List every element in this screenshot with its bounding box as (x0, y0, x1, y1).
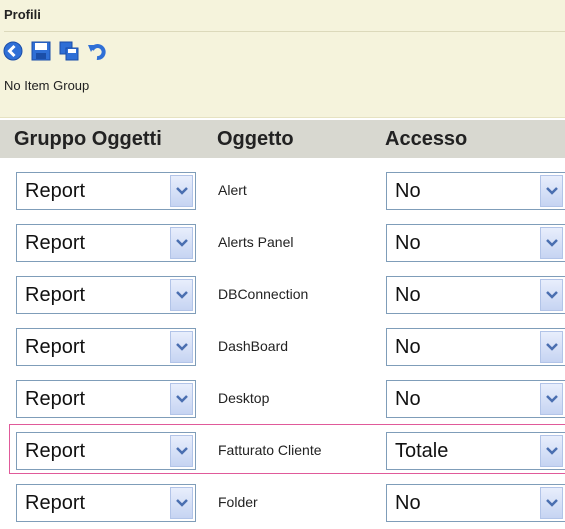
header-divider (4, 31, 565, 32)
chevron-down-icon (545, 291, 558, 299)
chevron-down-icon (175, 239, 188, 247)
profile-header: Profili No Item Group (0, 0, 565, 118)
chevron-down-icon (545, 187, 558, 195)
access-dropdown-button[interactable] (540, 383, 563, 415)
access-dropdown-button[interactable] (540, 227, 563, 259)
chevron-down-icon (545, 447, 558, 455)
save-as-icon (59, 41, 79, 61)
chevron-down-icon (545, 343, 558, 351)
chevron-down-icon (175, 343, 188, 351)
table-row: Report Alert No (0, 165, 565, 217)
group-dropdown-button[interactable] (170, 279, 193, 311)
access-select-value: No (395, 284, 421, 306)
column-header-gruppo: Gruppo Oggetti (14, 128, 162, 150)
chevron-down-icon (175, 187, 188, 195)
chevron-down-icon (175, 447, 188, 455)
group-select-value: Report (25, 492, 86, 514)
object-name: DashBoard (218, 338, 289, 354)
access-select-value: No (395, 336, 421, 358)
access-select-value: No (395, 388, 421, 410)
group-select[interactable]: Report (16, 432, 196, 470)
item-group-label: No Item Group (4, 78, 90, 93)
table-row: Report DashBoard No (0, 321, 565, 373)
group-dropdown-button[interactable] (170, 383, 193, 415)
chevron-down-icon (175, 395, 188, 403)
chevron-down-icon (545, 499, 558, 507)
object-name: Alerts Panel (218, 234, 294, 250)
access-select[interactable]: No (386, 484, 565, 522)
object-name: Fatturato Cliente (218, 442, 322, 458)
access-select-value: Totale (395, 440, 449, 462)
group-select[interactable]: Report (16, 276, 196, 314)
group-select-value: Report (25, 388, 86, 410)
object-name: Alert (218, 182, 247, 198)
access-dropdown-button[interactable] (540, 175, 563, 207)
chevron-down-icon (175, 291, 188, 299)
access-dropdown-button[interactable] (540, 487, 563, 519)
access-dropdown-button[interactable] (540, 279, 563, 311)
group-select-value: Report (25, 232, 86, 254)
access-select-value: No (395, 232, 421, 254)
access-select[interactable]: No (386, 276, 565, 314)
toolbar (2, 40, 108, 62)
table-row: Report DBConnection No (0, 269, 565, 321)
table-row: Report Desktop No (0, 373, 565, 425)
page-title: Profili (4, 7, 41, 22)
column-header-oggetto: Oggetto (217, 128, 294, 150)
group-dropdown-button[interactable] (170, 487, 193, 519)
object-name: DBConnection (218, 286, 309, 302)
group-select-value: Report (25, 180, 86, 202)
chevron-down-icon (175, 499, 188, 507)
group-dropdown-button[interactable] (170, 331, 193, 363)
group-select-value: Report (25, 440, 86, 462)
table-row: Report Fatturato Cliente Totale (0, 424, 565, 477)
column-header-accesso: Accesso (385, 128, 468, 150)
group-dropdown-button[interactable] (170, 227, 193, 259)
access-dropdown-button[interactable] (540, 331, 563, 363)
undo-button[interactable] (86, 40, 108, 62)
group-select[interactable]: Report (16, 484, 196, 522)
access-select[interactable]: No (386, 172, 565, 210)
access-select-value: No (395, 180, 421, 202)
chevron-down-icon (545, 239, 558, 247)
group-select[interactable]: Report (16, 224, 196, 262)
table-row: Report Folder No (0, 477, 565, 529)
group-select[interactable]: Report (16, 380, 196, 418)
access-dropdown-button[interactable] (540, 435, 563, 467)
access-select-value: No (395, 492, 421, 514)
group-dropdown-button[interactable] (170, 435, 193, 467)
table-row: Report Alerts Panel No (0, 217, 565, 269)
group-select-value: Report (25, 336, 86, 358)
save-as-button[interactable] (58, 40, 80, 62)
save-button[interactable] (30, 40, 52, 62)
access-select[interactable]: No (386, 224, 565, 262)
object-name: Folder (218, 494, 258, 510)
access-select[interactable]: Totale (386, 432, 565, 470)
group-dropdown-button[interactable] (170, 175, 193, 207)
access-select[interactable]: No (386, 328, 565, 366)
group-select[interactable]: Report (16, 172, 196, 210)
save-icon (31, 41, 51, 61)
group-select-value: Report (25, 284, 86, 306)
access-select[interactable]: No (386, 380, 565, 418)
back-button[interactable] (2, 40, 24, 62)
group-select[interactable]: Report (16, 328, 196, 366)
back-icon (3, 41, 23, 61)
object-name: Desktop (218, 390, 270, 406)
table-header: Gruppo Oggetti Oggetto Accesso (0, 120, 565, 158)
undo-icon (88, 44, 106, 60)
chevron-down-icon (545, 395, 558, 403)
